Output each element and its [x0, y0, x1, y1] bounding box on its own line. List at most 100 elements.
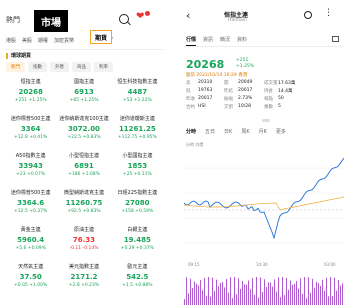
- volume-bar: [236, 294, 237, 305]
- stat-value: 20049: [238, 80, 253, 85]
- stat-value: 20017: [198, 96, 213, 101]
- period-tab[interactable]: 分時: [186, 128, 196, 135]
- search-icon[interactable]: [304, 11, 312, 19]
- volume-bar: [304, 277, 305, 305]
- futures-card[interactable]: 小型國指主連 1853 +25 +0.11%: [111, 150, 164, 182]
- stat-label: 昨結: [224, 89, 233, 94]
- period-tab[interactable]: 月K: [259, 128, 267, 135]
- tab-profile[interactable]: 簡況: [220, 36, 230, 46]
- volume-bar: [210, 296, 211, 305]
- divider: [184, 46, 344, 47]
- change-abs: +251: [236, 58, 249, 63]
- futures-card[interactable]: 天然氣主連 37.50 +0.05 +1.00%: [4, 261, 57, 293]
- futures-change: +251 +1.25%: [14, 98, 47, 103]
- period-tab[interactable]: 五日: [205, 128, 215, 135]
- futures-card[interactable]: 日經225指數主連 27080 +158 +0.59%: [111, 187, 164, 219]
- futures-card[interactable]: 迷你納斯達克100主連 3072.00 +22.5 +0.83%: [57, 113, 110, 145]
- search-icon[interactable]: [119, 14, 129, 24]
- volume-bar: [238, 278, 239, 305]
- futures-card[interactable]: 微型納斯達克主連 11260.75 +92.5 +0.83%: [57, 187, 110, 219]
- futures-card[interactable]: 歐元主連 542.5 +1.5 +0.88%: [111, 261, 164, 293]
- period-tab[interactable]: 周K: [241, 128, 249, 135]
- volume-bar: [274, 279, 275, 305]
- futures-card[interactable]: A50指數主連 33943 +23 +0.07%: [4, 150, 57, 182]
- tab-news[interactable]: 資訊: [203, 36, 213, 46]
- heading-hint: 熱門: [6, 16, 20, 24]
- futures-name: 迷你納斯達克100主連: [59, 116, 109, 122]
- futures-change: +25 +0.11%: [122, 172, 152, 177]
- volume-bar: [194, 281, 195, 305]
- volume-bar: [192, 288, 193, 305]
- futures-change: +0.29 +0.37%: [120, 246, 154, 251]
- filter-chip[interactable]: 外匯: [50, 62, 69, 72]
- futures-card[interactable]: 恒生科技指數主連 4487 +53 +1.22%: [111, 76, 164, 108]
- volume-bar: [308, 277, 309, 305]
- futures-card[interactable]: 小型恒指主連 6891 +186 +1.08%: [57, 150, 110, 182]
- more-icon[interactable]: ⋮: [324, 8, 333, 18]
- volume-bar: [322, 279, 323, 305]
- volume-chart: [184, 277, 343, 305]
- expand-handle[interactable]: [262, 119, 270, 122]
- volume-bar: [196, 283, 197, 305]
- futures-name: 微型納斯達克主連: [63, 190, 104, 196]
- tab-us[interactable]: 美股: [22, 34, 32, 48]
- volume-bar: [294, 284, 295, 305]
- volume-bar: [278, 277, 279, 305]
- futures-card[interactable]: 美元指數主連 2171.2 +2.8 +0.23%: [57, 261, 110, 293]
- futures-card[interactable]: 原油主連 76.33 -0.11 -0.14%: [57, 224, 110, 256]
- futures-card[interactable]: 白銀主連 19.485 +0.29 +0.37%: [111, 224, 164, 256]
- futures-price: 76.33: [72, 236, 96, 244]
- volume-bar: [186, 277, 187, 305]
- volume-bar: [306, 298, 307, 305]
- futures-change: +158 +0.59%: [121, 209, 154, 214]
- futures-change: -0.11 -0.14%: [69, 246, 99, 251]
- filter-chip[interactable]: 熱門: [6, 62, 25, 72]
- tab-data[interactable]: 資料: [237, 36, 247, 46]
- last-price: 20268: [186, 58, 225, 71]
- volume-bar: [300, 278, 301, 305]
- volume-bar: [232, 298, 233, 305]
- volume-bar: [282, 277, 283, 305]
- volume-bar: [292, 284, 293, 305]
- futures-price: 3364.6: [17, 199, 45, 207]
- filter-chip[interactable]: 利率: [94, 62, 113, 72]
- volume-bar: [228, 292, 229, 305]
- tab-futures[interactable]: 期貨: [90, 30, 112, 44]
- stat-label: 低: [186, 89, 191, 94]
- futures-price: 6891: [74, 162, 94, 170]
- volume-bar: [312, 278, 313, 305]
- stat-label: 振幅: [224, 97, 233, 102]
- futures-card[interactable]: 國指主連 6913 +85 +1.25%: [57, 76, 110, 108]
- futures-price: 542.5: [126, 273, 149, 281]
- futures-change: +1.5 +0.88%: [122, 283, 153, 288]
- futures-card[interactable]: 迷你標普500主連 3364 +12.8 +0.41%: [4, 113, 57, 145]
- futures-card[interactable]: 迷你道瓊斯主連 11261.25 +112.75 +0.95%: [111, 113, 164, 145]
- futures-card[interactable]: 恒指主連 20268 +251 +1.25%: [4, 76, 57, 108]
- heart-icon[interactable]: ❤: [136, 12, 144, 22]
- period-tab[interactable]: 日K: [224, 128, 232, 135]
- futures-price: 37.50: [19, 273, 42, 281]
- futures-card[interactable]: 迷你標普500主連 3364.6 +12.5 +0.37%: [4, 187, 57, 219]
- tab-quote[interactable]: 行情: [186, 36, 197, 46]
- layout-icon[interactable]: [332, 36, 339, 42]
- futures-card[interactable]: 黃金主連 5960.4 +5.6 +0.09%: [4, 224, 57, 256]
- filter-chip[interactable]: 商品: [72, 62, 91, 72]
- intraday-chart[interactable]: 09:15 14:30 03:00: [184, 148, 344, 268]
- futures-price: 3364: [20, 125, 41, 133]
- futures-name: 迷你標普500主連: [10, 190, 51, 196]
- filter-chip[interactable]: 指數: [28, 62, 47, 72]
- filter-chips: 熱門 指數 外匯 商品 利率: [6, 62, 113, 72]
- volume-bar: [276, 291, 277, 305]
- volume-bar: [314, 287, 315, 305]
- back-icon[interactable]: ‹: [186, 10, 190, 21]
- volume-bar: [316, 281, 317, 305]
- tab-crypto[interactable]: 加密貨幣: [54, 34, 74, 48]
- market-header: 熱門 市場 ❤: [4, 6, 164, 32]
- futures-change: +53 +1.22%: [122, 98, 152, 103]
- volume-bar: [320, 285, 321, 305]
- tab-hk[interactable]: 港股: [6, 34, 16, 48]
- futures-change: +5.6 +0.09%: [15, 246, 46, 251]
- tab-options[interactable]: 期權: [38, 34, 48, 48]
- stat-value: 10/28: [238, 104, 251, 109]
- period-tab[interactable]: 更多: [276, 128, 286, 135]
